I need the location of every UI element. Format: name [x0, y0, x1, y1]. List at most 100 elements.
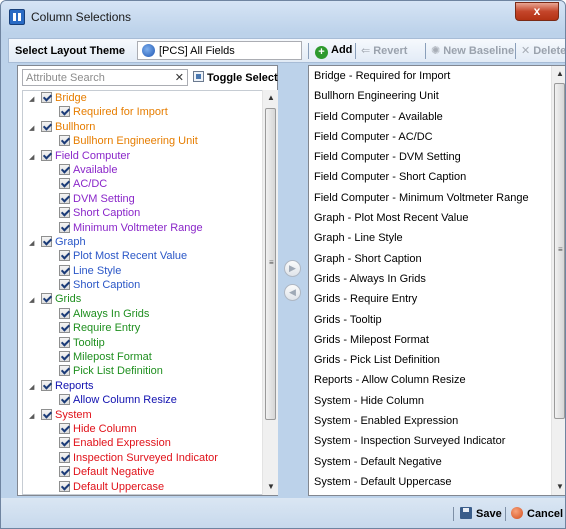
- checkbox[interactable]: [59, 466, 70, 478]
- tree-item[interactable]: Short Caption: [23, 206, 262, 220]
- tree-group[interactable]: ◢ Grids: [23, 292, 262, 306]
- tree-item[interactable]: Pick List Definition: [23, 364, 262, 378]
- scroll-up-icon[interactable]: ▲: [552, 66, 565, 82]
- attribute-tree-scrollbar[interactable]: ▲ ≡ ▼: [262, 90, 278, 495]
- tree-item[interactable]: Allow Column Resize: [23, 393, 262, 407]
- scroll-down-icon[interactable]: ▼: [263, 479, 279, 495]
- add-button[interactable]: + Add: [315, 44, 352, 59]
- list-item[interactable]: Reports - Allow Column Resize: [309, 370, 551, 390]
- list-item[interactable]: Bridge - Required for Import: [309, 66, 551, 86]
- list-item[interactable]: Field Computer - Minimum Voltmeter Range: [309, 188, 551, 208]
- checkbox[interactable]: [41, 408, 52, 420]
- list-item[interactable]: System - Default Uppercase: [309, 472, 551, 492]
- checkbox[interactable]: [59, 135, 70, 147]
- list-item[interactable]: Grids - Tooltip: [309, 310, 551, 330]
- tree-item[interactable]: Inspection Surveyed Indicator: [23, 451, 262, 465]
- checkbox[interactable]: [59, 192, 70, 204]
- checkbox[interactable]: [59, 351, 70, 363]
- tree-item[interactable]: Plot Most Recent Value: [23, 249, 262, 263]
- tree-item[interactable]: Default Negative: [23, 465, 262, 479]
- list-item[interactable]: System - Hide Column: [309, 391, 551, 411]
- checkbox[interactable]: [59, 178, 70, 190]
- checkbox[interactable]: [59, 437, 70, 449]
- tree-item[interactable]: AC/DC: [23, 177, 262, 191]
- checkbox[interactable]: [59, 322, 70, 334]
- tree-item[interactable]: Tooltip: [23, 336, 262, 350]
- tree-item[interactable]: Required for Import: [23, 105, 262, 119]
- checkbox[interactable]: [59, 451, 70, 463]
- tree-item[interactable]: Line Style: [23, 264, 262, 278]
- list-item[interactable]: System - Inspection Surveyed Indicator: [309, 431, 551, 451]
- checkbox[interactable]: [41, 293, 52, 305]
- checkbox[interactable]: [41, 120, 52, 132]
- list-item[interactable]: System - Enabled Expression: [309, 411, 551, 431]
- toggle-select-button[interactable]: Toggle Select: [193, 71, 278, 84]
- list-item[interactable]: Field Computer - DVM Setting: [309, 147, 551, 167]
- tree-group[interactable]: ◢ Reports: [23, 379, 262, 393]
- checkbox[interactable]: [59, 422, 70, 434]
- list-item[interactable]: Field Computer - AC/DC: [309, 127, 551, 147]
- tree-item[interactable]: Always In Grids: [23, 307, 262, 321]
- revert-button[interactable]: ⇐ Revert: [361, 44, 407, 57]
- tree-item[interactable]: Milepost Format: [23, 350, 262, 364]
- checkbox[interactable]: [59, 336, 70, 348]
- tree-item[interactable]: Require Entry: [23, 321, 262, 335]
- scroll-down-icon[interactable]: ▼: [552, 479, 565, 495]
- checkbox[interactable]: [59, 250, 70, 262]
- save-button[interactable]: Save: [460, 507, 502, 520]
- checkbox[interactable]: [59, 394, 70, 406]
- close-button[interactable]: x: [515, 2, 559, 21]
- move-left-icon[interactable]: ◀: [284, 284, 301, 301]
- checkbox[interactable]: [41, 92, 52, 103]
- tree-item[interactable]: DVM Setting: [23, 192, 262, 206]
- tree-group[interactable]: ◢ System: [23, 408, 262, 422]
- checkbox[interactable]: [41, 235, 52, 247]
- checkbox[interactable]: [59, 307, 70, 319]
- tree-item[interactable]: Bullhorn Engineering Unit: [23, 134, 262, 148]
- list-item[interactable]: Graph - Plot Most Recent Value: [309, 208, 551, 228]
- tree-item[interactable]: Hide Column: [23, 422, 262, 436]
- checkbox[interactable]: [59, 221, 70, 233]
- cancel-button[interactable]: Cancel: [511, 507, 563, 520]
- list-item[interactable]: Field Computer - Short Caption: [309, 167, 551, 187]
- tree-group[interactable]: ◢ Bridge: [23, 91, 262, 105]
- checkbox[interactable]: [59, 207, 70, 219]
- checkbox[interactable]: [59, 480, 70, 492]
- checkbox[interactable]: [41, 379, 52, 391]
- tree-group[interactable]: ◢ Field Computer: [23, 149, 262, 163]
- list-item[interactable]: Grids - Pick List Definition: [309, 350, 551, 370]
- tree-group[interactable]: ◢ Bullhorn: [23, 120, 262, 134]
- checkbox[interactable]: [59, 279, 70, 291]
- tree-item[interactable]: Enabled Expression: [23, 436, 262, 450]
- attribute-search-input[interactable]: [23, 70, 173, 85]
- clear-search-icon[interactable]: ✕: [175, 71, 184, 84]
- list-item[interactable]: Graph - Short Caption: [309, 249, 551, 269]
- layout-theme-select[interactable]: [PCS] All Fields: [137, 41, 302, 60]
- move-right-icon[interactable]: ▶: [284, 260, 301, 277]
- checkbox[interactable]: [59, 106, 70, 118]
- list-item[interactable]: Field Computer - Available: [309, 107, 551, 127]
- scroll-thumb[interactable]: ≡: [554, 83, 565, 419]
- tree-item[interactable]: Minimum Voltmeter Range: [23, 221, 262, 235]
- attribute-search-box: ✕: [22, 69, 188, 86]
- list-item[interactable]: Graph - Line Style: [309, 228, 551, 248]
- checkbox[interactable]: [59, 163, 70, 175]
- checkbox[interactable]: [41, 149, 52, 161]
- new-baseline-button[interactable]: ✺ New Baseline: [431, 44, 514, 57]
- selected-columns-scrollbar[interactable]: ▲ ≡ ▼: [551, 66, 565, 495]
- tree-item[interactable]: Short Caption: [23, 278, 262, 292]
- list-item[interactable]: System - Default Negative: [309, 452, 551, 472]
- list-item[interactable]: Grids - Always In Grids: [309, 269, 551, 289]
- tree-group[interactable]: ◢ Graph: [23, 235, 262, 249]
- list-item[interactable]: Bullhorn Engineering Unit: [309, 86, 551, 106]
- list-item[interactable]: Grids - Require Entry: [309, 289, 551, 309]
- list-item[interactable]: Grids - Milepost Format: [309, 330, 551, 350]
- tree-item[interactable]: Available: [23, 163, 262, 177]
- checkbox[interactable]: [59, 264, 70, 276]
- delete-button[interactable]: ✕ Delete: [521, 44, 565, 57]
- scroll-up-icon[interactable]: ▲: [263, 90, 279, 106]
- list-item[interactable]: System - Default Minimum Range: [309, 492, 551, 495]
- tree-item[interactable]: Default Uppercase: [23, 480, 262, 494]
- scroll-thumb[interactable]: ≡: [265, 108, 276, 420]
- checkbox[interactable]: [59, 365, 70, 377]
